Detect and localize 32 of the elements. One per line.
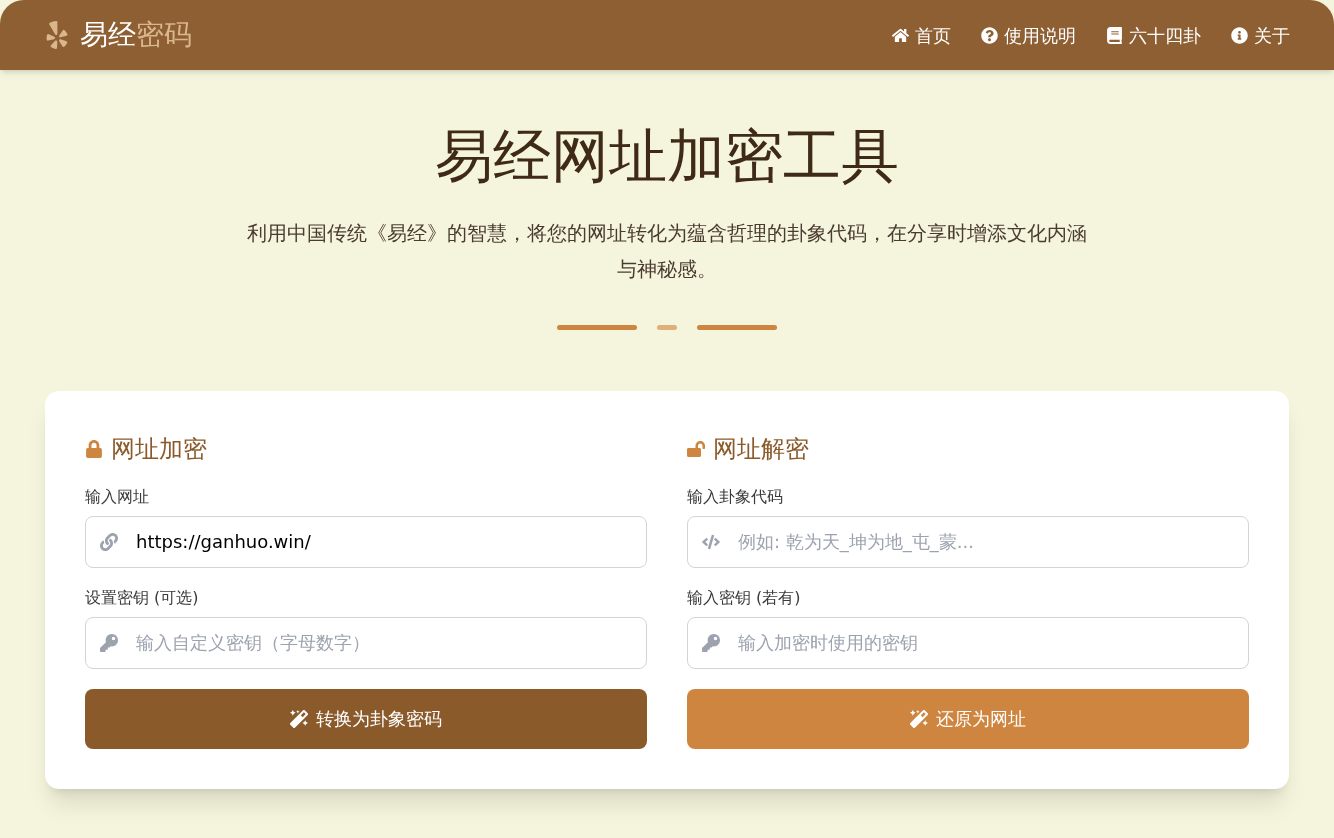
lock-icon — [85, 439, 103, 458]
code-icon — [702, 532, 720, 551]
key-icon — [100, 633, 118, 652]
petal-icon — [44, 21, 70, 49]
info-icon — [1231, 26, 1248, 44]
brand-logo[interactable]: 易经密码 — [80, 14, 192, 56]
field-label: 输入密钥 (若有) — [687, 586, 802, 609]
magic-wand-icon — [290, 709, 308, 728]
text-field[interactable]: https://ganhuo.win/ — [85, 515, 647, 568]
nav-link[interactable]: 关于 — [1231, 21, 1290, 49]
text-field[interactable]: 输入加密时使用的密钥 — [687, 616, 1249, 669]
link-icon — [100, 532, 118, 551]
nav-link[interactable]: 六十四卦 — [1106, 21, 1201, 49]
panel-title: 网址解密 — [713, 433, 809, 465]
field-label: 输入网址 — [85, 485, 150, 508]
key-icon — [702, 633, 720, 652]
text-field[interactable]: 例如: 乾为天_坤为地_屯_蒙... — [687, 515, 1249, 568]
nav-link[interactable]: 使用说明 — [981, 21, 1076, 49]
magic-wand-icon — [910, 709, 928, 728]
panel-title: 网址加密 — [111, 433, 207, 465]
text-field[interactable]: 输入自定义密钥（字母数字） — [85, 616, 647, 669]
page-title: 易经网址加密工具 — [435, 121, 899, 192]
nav-link[interactable]: 首页 — [892, 21, 951, 49]
help-icon — [981, 26, 998, 44]
unlock-icon — [687, 439, 705, 458]
convert-button[interactable]: 转换为卦象密码 — [85, 688, 647, 749]
restore-button[interactable]: 还原为网址 — [687, 688, 1249, 749]
home-icon — [892, 26, 909, 44]
field-label: 设置密钥 (可选) — [85, 586, 200, 609]
field-label: 输入卦象代码 — [687, 485, 784, 508]
book-icon — [1106, 26, 1123, 44]
page-subtitle: 利用中国传统《易经》的智慧，将您的网址转化为蕴含哲理的卦象代码，在分享时增添文化内涵与神秘感。 — [247, 219, 1087, 283]
